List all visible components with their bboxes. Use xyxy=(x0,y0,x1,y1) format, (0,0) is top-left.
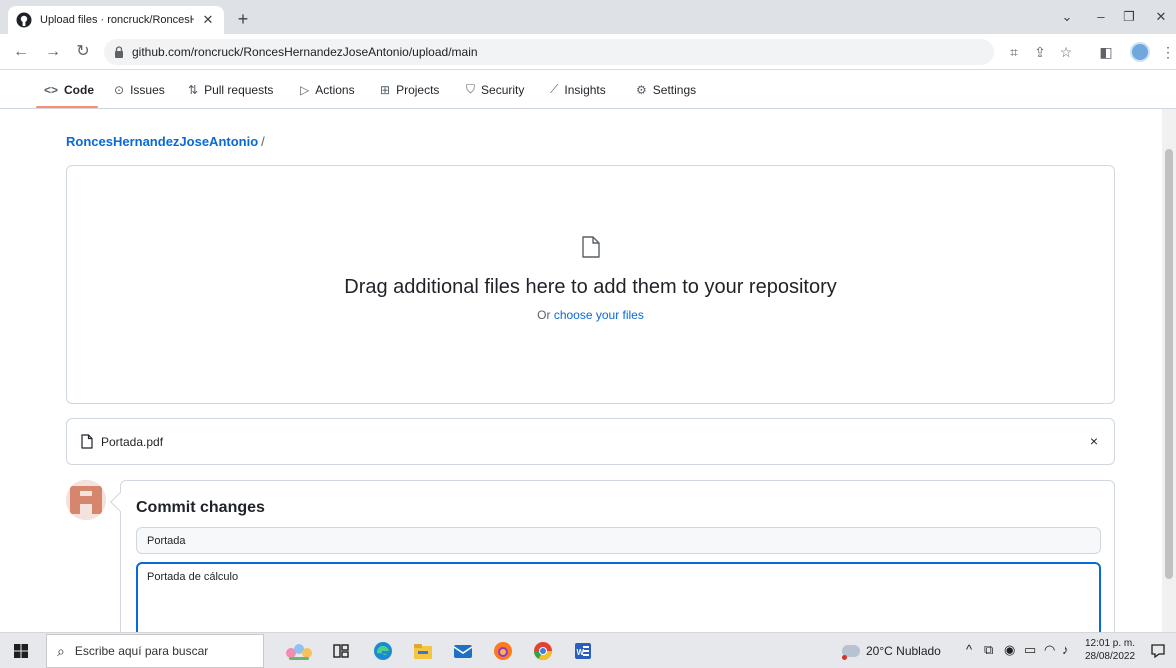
tab-pull-requests[interactable]: ⇅ Pull requests xyxy=(188,70,273,109)
identicon-icon xyxy=(66,480,106,520)
translate-icon[interactable]: ⌗ xyxy=(1004,42,1024,62)
wifi-icon[interactable]: ◠ xyxy=(1044,642,1055,658)
tab-insights-label: Insights xyxy=(564,82,606,97)
pull-request-icon: ⇅ xyxy=(188,82,199,97)
share-icon[interactable]: ⇪ xyxy=(1030,42,1050,62)
issue-icon: ⊙ xyxy=(114,82,125,97)
profile-avatar[interactable] xyxy=(1130,42,1150,62)
tab-projects[interactable]: ⊞ Projects xyxy=(380,70,439,109)
shield-icon: ⛉ xyxy=(466,82,476,96)
gear-icon: ⚙ xyxy=(636,82,647,97)
bookmark-star-icon[interactable]: ☆ xyxy=(1056,42,1076,62)
notifications-icon[interactable] xyxy=(1150,643,1166,659)
weather-text: 20°C Nublado xyxy=(866,644,941,658)
uploaded-file-row: Portada.pdf × xyxy=(66,418,1115,465)
firefox-icon[interactable] xyxy=(492,640,514,662)
taskbar-search-placeholder: Escribe aquí para buscar xyxy=(74,644,209,658)
commit-summary-input[interactable] xyxy=(136,527,1101,554)
file-icon xyxy=(582,236,600,258)
cloud-icon xyxy=(842,645,860,660)
side-panel-icon[interactable]: ◧ xyxy=(1096,42,1116,62)
widgets-flowers-icon[interactable] xyxy=(284,640,314,662)
file-drop-zone[interactable]: Drag additional files here to add them t… xyxy=(66,165,1115,404)
remove-file-icon[interactable]: × xyxy=(1090,433,1098,449)
tab-pull-requests-label: Pull requests xyxy=(204,82,274,97)
antivirus-icon[interactable]: ◉ xyxy=(1004,642,1015,658)
taskbar-search-input[interactable]: ⌕ Escribe aquí para buscar xyxy=(46,634,264,668)
tab-issues-label: Issues xyxy=(130,82,165,97)
tab-actions[interactable]: ▷ Actions xyxy=(300,70,355,109)
url-text: github.com/roncruck/RoncesHernandezJoseA… xyxy=(132,45,478,59)
repo-link[interactable]: RoncesHernandezJoseAntonio xyxy=(66,134,258,149)
browser-tab[interactable]: Upload files · roncruck/RoncesHe ✕ xyxy=(8,6,224,34)
word-icon[interactable]: W xyxy=(572,640,594,662)
github-icon xyxy=(16,12,32,28)
browser-tab-strip: Upload files · roncruck/RoncesHe ✕ + ⌄ –… xyxy=(0,0,1176,34)
mail-icon[interactable] xyxy=(452,640,474,662)
taskbar-clock[interactable]: 12:01 p. m. 28/08/2022 xyxy=(1080,637,1140,663)
clock-time: 12:01 p. m. xyxy=(1084,638,1136,649)
graph-icon: ⟋ xyxy=(550,82,559,96)
tab-issues[interactable]: ⊙ Issues xyxy=(114,70,165,109)
tab-insights[interactable]: ⟋ Insights xyxy=(550,70,606,109)
windows-taskbar: ⌕ Escribe aquí para buscar W 20°C Nublad… xyxy=(0,632,1176,668)
volume-icon[interactable]: ♪ xyxy=(1062,642,1069,657)
chrome-icon[interactable] xyxy=(532,640,554,662)
browser-tab-title: Upload files · roncruck/RoncesHe xyxy=(40,14,194,26)
tab-settings[interactable]: ⚙ Settings xyxy=(636,70,696,109)
tab-code-label: Code xyxy=(64,82,95,97)
tab-security[interactable]: ⛉ Security xyxy=(466,70,524,109)
edge-browser-icon[interactable] xyxy=(372,640,394,662)
browser-toolbar: ← → ↻ github.com/roncruck/RoncesHernande… xyxy=(0,34,1176,70)
drop-zone-subtitle: Or choose your files xyxy=(67,308,1114,322)
code-icon: <> xyxy=(44,82,59,97)
breadcrumb-separator: / xyxy=(261,134,265,149)
search-icon: ⌕ xyxy=(57,642,65,659)
new-tab-button[interactable]: + xyxy=(232,8,254,30)
minimize-icon[interactable]: – xyxy=(1086,6,1116,28)
file-icon xyxy=(81,434,93,449)
chevron-up-icon[interactable]: ^ xyxy=(966,642,972,657)
speech-caret xyxy=(110,492,130,512)
active-tab-underline xyxy=(36,106,98,108)
page-scrollbar[interactable] xyxy=(1162,109,1176,632)
back-icon[interactable]: ← xyxy=(10,41,32,63)
address-bar[interactable]: github.com/roncruck/RoncesHernandezJoseA… xyxy=(104,39,994,65)
avatar[interactable] xyxy=(66,480,106,520)
svg-text:W: W xyxy=(577,648,585,657)
uploaded-file-name: Portada.pdf xyxy=(101,434,164,449)
drop-zone-title: Drag additional files here to add them t… xyxy=(344,276,837,298)
tab-settings-label: Settings xyxy=(652,82,697,97)
onedrive-icon[interactable]: ⧉ xyxy=(984,642,993,658)
close-window-icon[interactable]: ✕ xyxy=(1146,6,1176,28)
restore-icon[interactable]: ❐ xyxy=(1114,6,1144,28)
clock-date: 28/08/2022 xyxy=(1084,651,1136,662)
drop-zone-or: Or xyxy=(537,308,551,322)
table-icon: ⊞ xyxy=(380,82,391,97)
close-tab-icon[interactable]: ✕ xyxy=(200,12,216,28)
tab-security-label: Security xyxy=(481,82,525,97)
weather-widget[interactable]: 20°C Nublado xyxy=(842,644,941,660)
commit-title: Commit changes xyxy=(136,499,265,516)
tab-projects-label: Projects xyxy=(396,82,440,97)
reload-icon[interactable]: ↻ xyxy=(72,41,94,63)
forward-icon[interactable]: → xyxy=(42,41,64,63)
windows-start-icon[interactable] xyxy=(14,644,28,658)
battery-icon[interactable]: ▭ xyxy=(1024,642,1036,658)
lock-icon xyxy=(115,46,123,58)
task-view-icon[interactable] xyxy=(330,640,352,662)
file-explorer-icon[interactable] xyxy=(412,640,434,662)
repo-nav: <> Code ⊙ Issues ⇅ Pull requests ▷ Actions ⊞… xyxy=(0,70,1176,109)
menu-kebab-icon[interactable]: ⋮ xyxy=(1158,42,1176,62)
commit-form: Commit changes Portada de cálculo xyxy=(110,480,1115,652)
breadcrumb: RoncesHernandezJoseAntonio / xyxy=(66,134,265,149)
tab-search-icon[interactable]: ⌄ xyxy=(1052,6,1082,28)
tab-code[interactable]: <> Code xyxy=(44,70,94,109)
scrollbar-thumb[interactable] xyxy=(1165,149,1173,579)
play-icon: ▷ xyxy=(300,82,310,97)
choose-files-link[interactable]: choose your files xyxy=(554,308,644,322)
tab-actions-label: Actions xyxy=(315,82,355,97)
